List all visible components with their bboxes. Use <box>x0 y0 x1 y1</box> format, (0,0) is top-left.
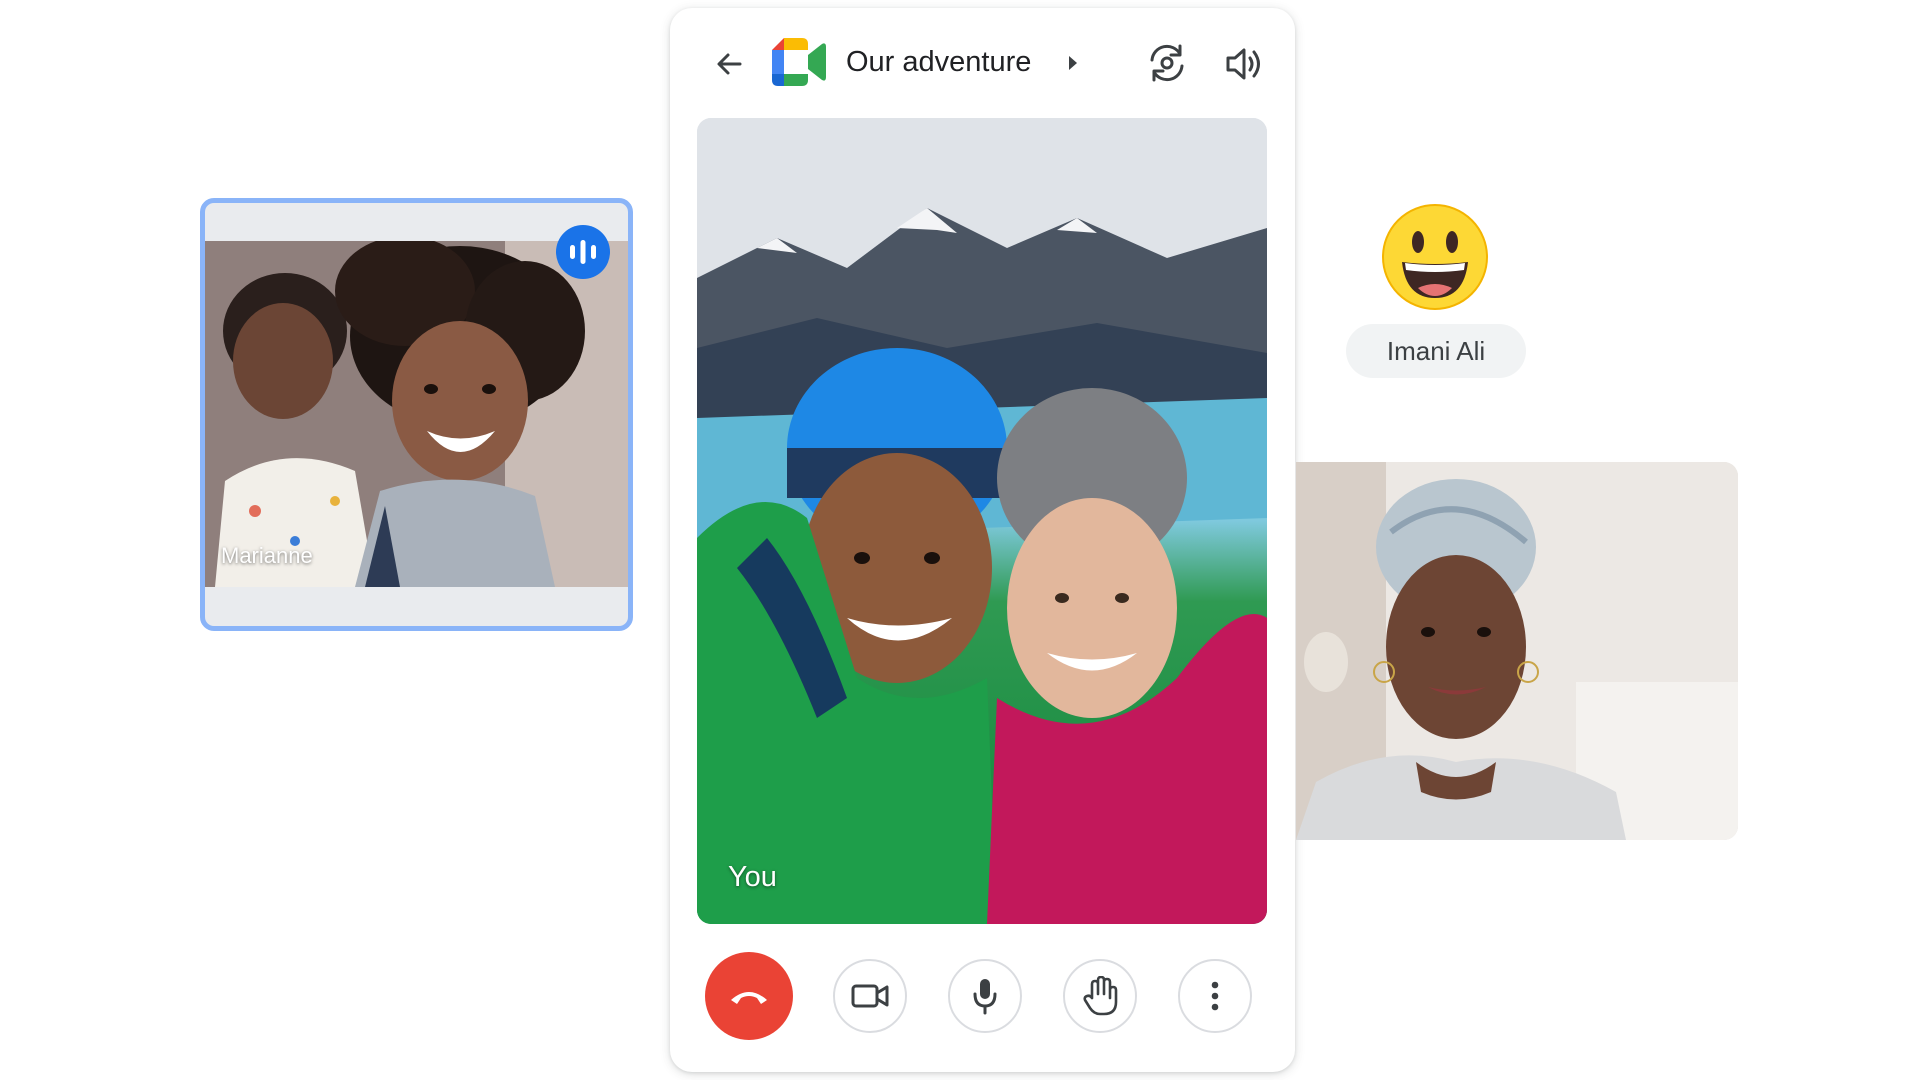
end-call-button[interactable] <box>705 952 793 1040</box>
microphone-icon <box>973 979 997 1015</box>
raise-hand-button[interactable] <box>1063 959 1137 1033</box>
speaker-button[interactable] <box>1222 42 1266 86</box>
switch-camera-icon <box>1150 44 1184 82</box>
caret-right-icon <box>1069 56 1077 70</box>
phone-call-window: Our adventure You <box>670 8 1295 1072</box>
self-video: You <box>697 118 1267 924</box>
self-video-label: You <box>728 861 777 893</box>
camera-toggle-button[interactable] <box>833 959 907 1033</box>
meeting-details-toggle[interactable] <box>1066 54 1080 72</box>
arrow-left-icon <box>717 53 742 75</box>
participant-video-marianne: Marianne <box>205 241 628 587</box>
participant-name-chip-imani: Imani Ali <box>1346 324 1526 378</box>
phone-hangup-icon <box>731 992 767 1004</box>
more-vert-icon <box>1211 981 1219 1011</box>
video-camera-icon <box>851 984 889 1008</box>
participant-photo-marianne <box>205 241 628 587</box>
microphone-toggle-button[interactable] <box>948 959 1022 1033</box>
participant-tile-marianne[interactable]: Marianne <box>200 198 633 631</box>
hand-icon <box>1083 976 1118 1016</box>
google-meet-logo <box>772 38 826 86</box>
call-controls <box>670 952 1295 1054</box>
self-video-photo <box>697 118 1267 924</box>
grinning-face-icon <box>1382 204 1488 310</box>
grinning-face-reaction-icon <box>1380 202 1490 312</box>
audio-bars-icon <box>570 240 596 264</box>
meeting-title[interactable]: Our adventure <box>846 46 1031 79</box>
switch-camera-button[interactable] <box>1144 40 1190 86</box>
speaking-indicator <box>556 225 610 279</box>
back-button[interactable] <box>710 44 750 84</box>
participant-photo-imani <box>1296 462 1738 840</box>
participant-name-marianne: Marianne <box>221 543 313 568</box>
meet-logo-icon <box>772 38 826 86</box>
participant-tile-imani[interactable] <box>1296 462 1738 840</box>
speaker-icon <box>1226 48 1260 80</box>
stage: Marianne Our adventure You Imani Ali <box>0 0 1920 1080</box>
more-options-button[interactable] <box>1178 959 1252 1033</box>
call-header: Our adventure <box>670 8 1295 118</box>
